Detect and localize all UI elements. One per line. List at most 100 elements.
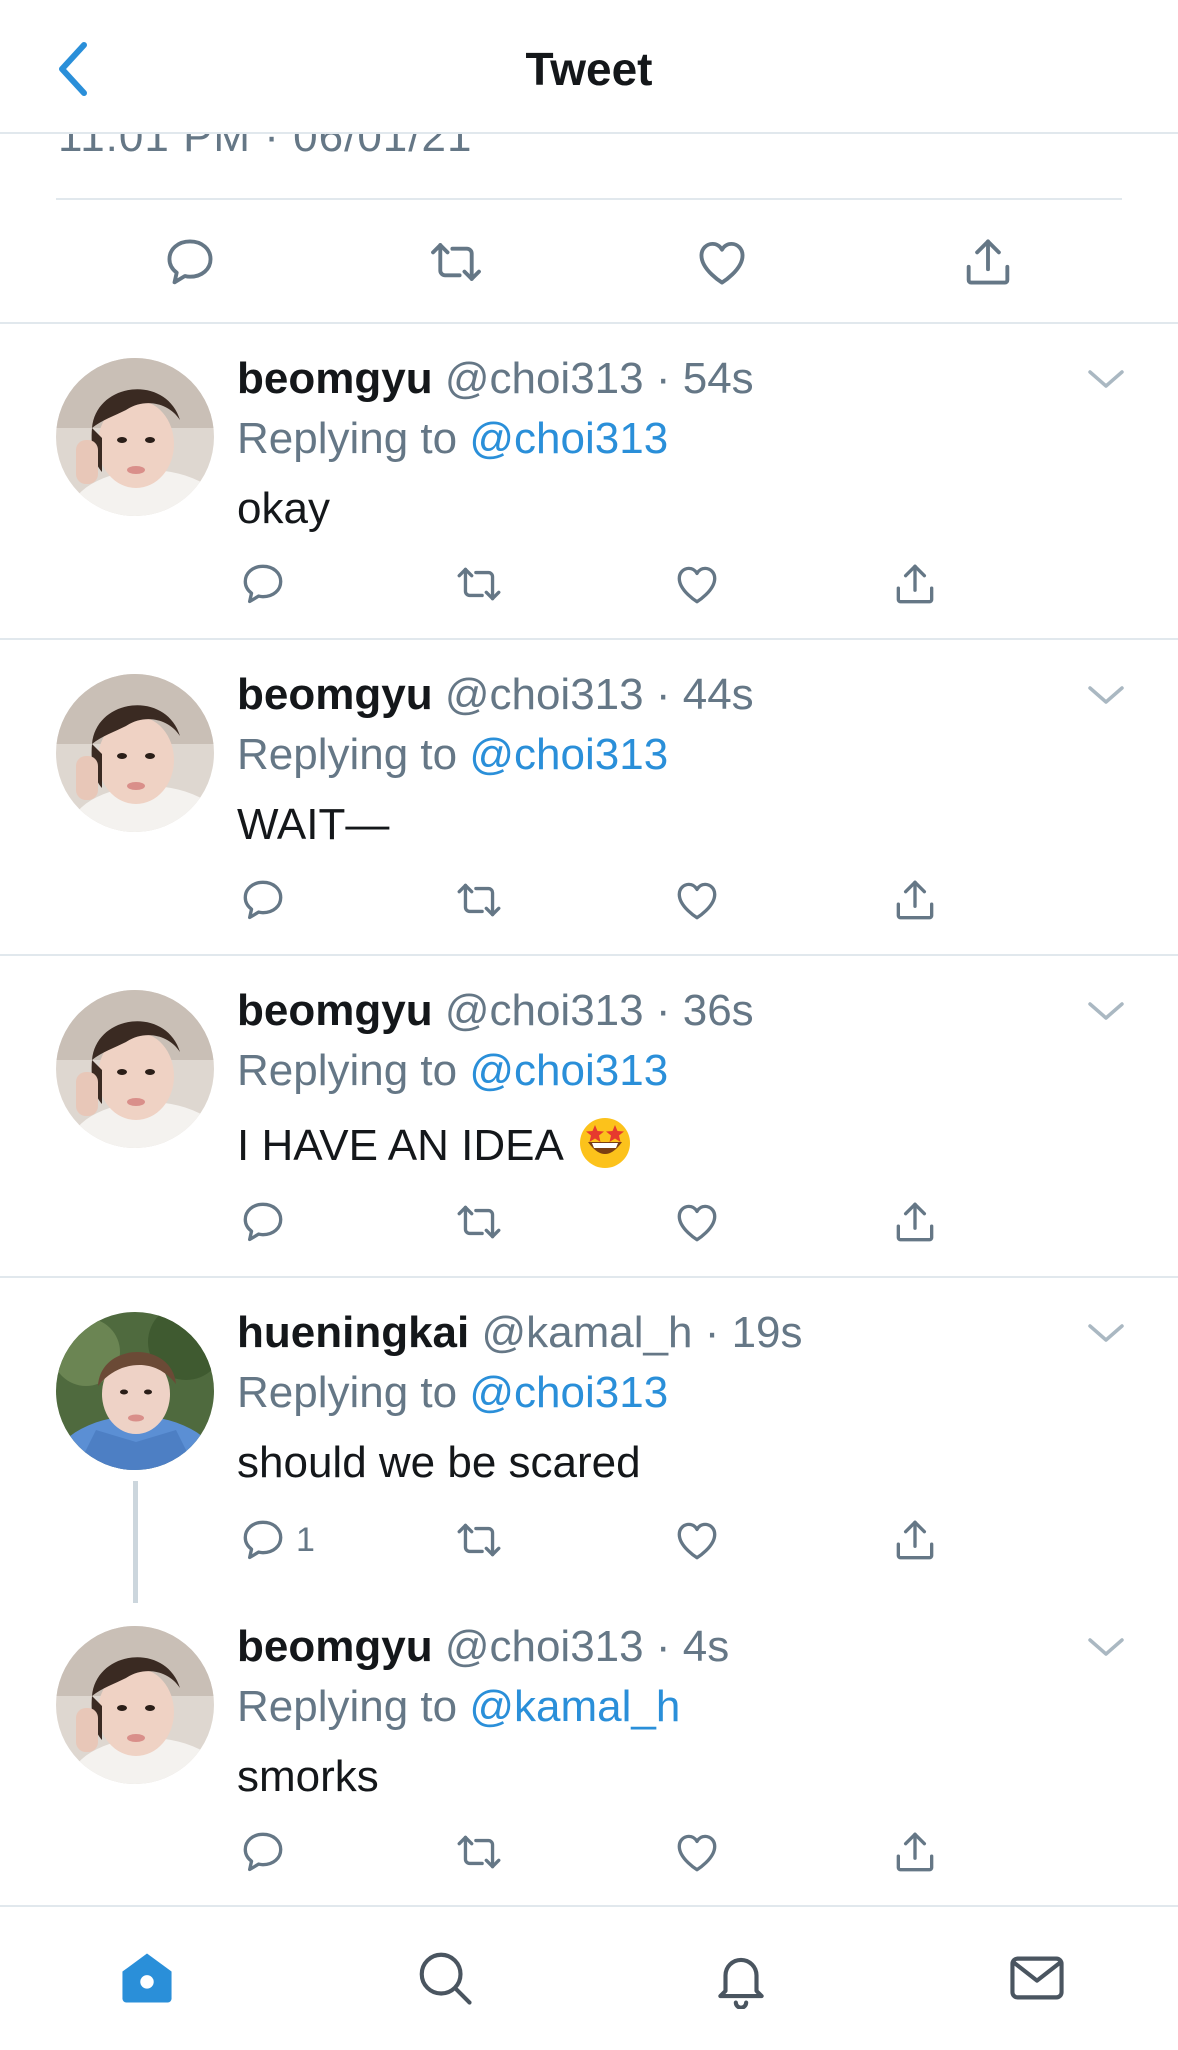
reply-tweet[interactable]: beomgyu @choi313 · 44s Replying to @choi… xyxy=(0,640,1178,956)
user-handle: @kamal_h xyxy=(481,1308,693,1357)
share-icon xyxy=(890,875,940,925)
replying-to: Replying to @kamal_h xyxy=(237,1682,680,1732)
mention-link[interactable]: @choi313 xyxy=(469,730,668,779)
top-nav-bar: Tweet xyxy=(0,0,1178,134)
tweet-menu-button[interactable] xyxy=(1086,1318,1126,1348)
user-handle: @choi313 xyxy=(444,354,644,403)
share-button[interactable] xyxy=(890,870,940,930)
reply-icon xyxy=(238,875,288,925)
tweet-menu-button[interactable] xyxy=(1086,996,1126,1026)
replying-to-prefix: Replying to xyxy=(237,730,458,779)
tweet-time: · 36s xyxy=(655,986,754,1035)
retweet-button[interactable] xyxy=(454,554,504,614)
retweet-button[interactable] xyxy=(454,870,504,930)
tweet-text: okay xyxy=(237,484,330,533)
star-struck-emoji xyxy=(579,1118,630,1168)
reply-button[interactable] xyxy=(238,1822,296,1882)
reply-icon xyxy=(238,559,288,609)
avatar[interactable] xyxy=(56,358,214,516)
reply-button[interactable] xyxy=(238,554,296,614)
tweet-time: · 44s xyxy=(655,670,754,719)
avatar[interactable] xyxy=(56,1626,214,1784)
user-handle: @choi313 xyxy=(444,1622,644,1671)
avatar[interactable] xyxy=(56,990,214,1148)
share-icon xyxy=(890,559,940,609)
thread-connector xyxy=(133,1481,138,1603)
like-button[interactable] xyxy=(672,1192,722,1252)
reply-tweet[interactable]: beomgyu @choi313 · 4s Replying to @kamal… xyxy=(0,1592,1178,1904)
tweet-text: smorks xyxy=(237,1752,379,1801)
like-button[interactable] xyxy=(672,870,722,930)
replying-to: Replying to @choi313 xyxy=(237,730,668,780)
retweet-button[interactable] xyxy=(454,1192,504,1252)
tweet-time: · 54s xyxy=(655,354,754,403)
display-name[interactable]: hueningkai xyxy=(237,1308,469,1357)
share-button[interactable] xyxy=(890,1822,940,1882)
tab-messages[interactable] xyxy=(1004,1945,1070,2011)
tab-notifications[interactable] xyxy=(708,1945,774,2011)
share-button[interactable] xyxy=(890,1192,940,1252)
like-button[interactable] xyxy=(672,1510,722,1570)
main-tweet-timestamp: 11:01 PM · 06/01/21 xyxy=(58,134,473,161)
reply-button[interactable] xyxy=(238,1192,296,1252)
reply-tweet[interactable]: beomgyu @choi313 · 36s Replying to @choi… xyxy=(0,956,1178,1278)
main-like-button[interactable] xyxy=(690,230,754,294)
display-name[interactable]: beomgyu xyxy=(237,1622,433,1671)
tweet-header: beomgyu @choi313 · 4s xyxy=(237,1622,729,1672)
tweet-text: WAIT— xyxy=(237,800,390,849)
like-icon xyxy=(672,1197,722,1247)
main-reply-button[interactable] xyxy=(158,230,222,294)
tweet-header: beomgyu @choi313 · 36s xyxy=(237,986,754,1036)
mention-link[interactable]: @choi313 xyxy=(469,1368,668,1417)
avatar[interactable] xyxy=(56,1312,214,1470)
reply-tweet[interactable]: beomgyu @choi313 · 54s Replying to @choi… xyxy=(0,324,1178,640)
reply-icon xyxy=(161,233,219,291)
retweet-icon xyxy=(454,875,504,925)
chevron-down-icon xyxy=(1088,370,1124,388)
user-handle: @choi313 xyxy=(444,670,644,719)
main-tweet-meta: 11:01 PM · 06/01/21 xyxy=(0,134,1178,162)
retweet-icon xyxy=(427,233,485,291)
mention-link[interactable]: @choi313 xyxy=(469,1046,668,1095)
display-name[interactable]: beomgyu xyxy=(237,354,433,403)
tweet-menu-button[interactable] xyxy=(1086,1632,1126,1662)
search-icon xyxy=(419,1952,472,2005)
replying-to: Replying to @choi313 xyxy=(237,1046,668,1096)
display-name[interactable]: beomgyu xyxy=(237,670,433,719)
like-button[interactable] xyxy=(672,554,722,614)
tab-search[interactable] xyxy=(412,1945,478,2011)
reply-tweet[interactable]: hueningkai @kamal_h · 19s Replying to @c… xyxy=(0,1278,1178,1603)
tab-home[interactable] xyxy=(114,1945,180,2011)
reply-count: 1 xyxy=(296,1520,315,1559)
replying-to-prefix: Replying to xyxy=(237,1682,458,1731)
like-button[interactable] xyxy=(672,1822,722,1882)
main-retweet-button[interactable] xyxy=(424,230,488,294)
like-icon xyxy=(693,233,751,291)
replying-to: Replying to @choi313 xyxy=(237,1368,668,1418)
tweet-menu-button[interactable] xyxy=(1086,680,1126,710)
page-title: Tweet xyxy=(525,43,653,95)
mention-link[interactable]: @choi313 xyxy=(469,414,668,463)
chevron-down-icon xyxy=(1088,1638,1124,1656)
retweet-icon xyxy=(454,1827,504,1877)
share-icon xyxy=(959,233,1017,291)
chevron-down-icon xyxy=(1088,1324,1124,1342)
share-button[interactable] xyxy=(890,554,940,614)
bottom-tab-bar xyxy=(0,1905,1178,2050)
main-share-button[interactable] xyxy=(956,230,1020,294)
retweet-button[interactable] xyxy=(454,1510,504,1570)
reply-button[interactable] xyxy=(238,870,296,930)
tweet-text-content: I HAVE AN IDEA xyxy=(237,1121,564,1170)
retweet-button[interactable] xyxy=(454,1822,504,1882)
like-icon xyxy=(672,1515,722,1565)
replying-to-prefix: Replying to xyxy=(237,1368,458,1417)
display-name[interactable]: beomgyu xyxy=(237,986,433,1035)
reply-button[interactable]: 1 xyxy=(238,1510,315,1570)
avatar[interactable] xyxy=(56,674,214,832)
home-icon xyxy=(122,1953,172,2003)
tweet-header: beomgyu @choi313 · 44s xyxy=(237,670,754,720)
share-button[interactable] xyxy=(890,1510,940,1570)
tweet-text: I HAVE AN IDEA xyxy=(237,1116,632,1171)
mention-link[interactable]: @kamal_h xyxy=(469,1682,680,1731)
tweet-menu-button[interactable] xyxy=(1086,364,1126,394)
